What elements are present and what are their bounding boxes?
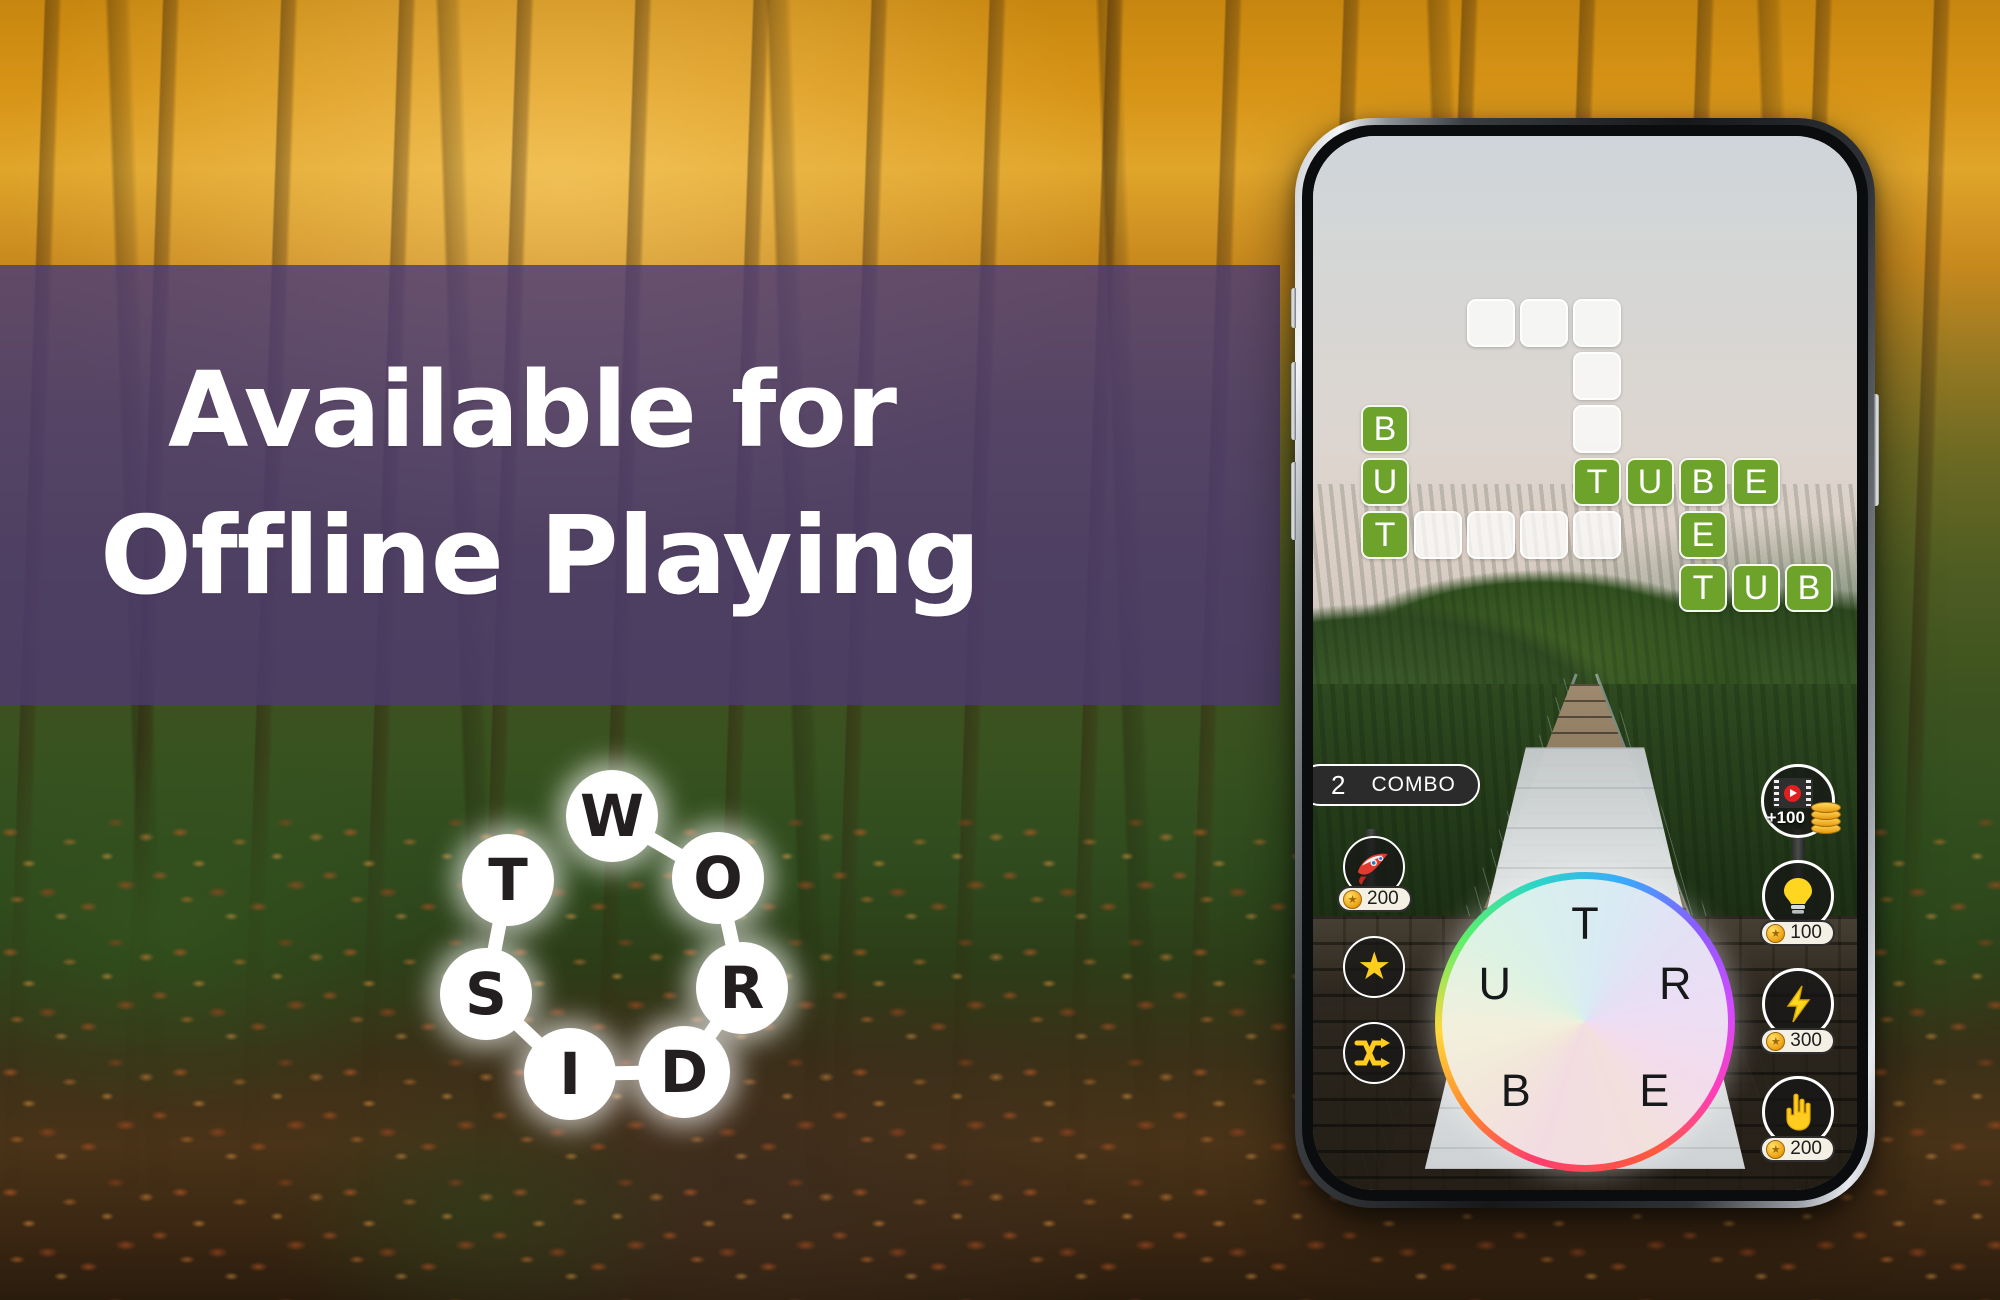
wheel-letter-b[interactable]: B [1489, 1064, 1543, 1118]
film-strip-icon [1772, 778, 1813, 808]
letter-wheel[interactable]: TRE BU [1435, 872, 1735, 1172]
price-amount: 100 [1790, 922, 1822, 943]
headline-banner: Available for Offline Playing [0, 265, 1280, 705]
watch-ad-button[interactable]: +100 [1760, 764, 1841, 838]
wheel-letter-t[interactable]: T [1558, 897, 1612, 951]
wheel-letter-e[interactable]: E [1627, 1064, 1681, 1118]
price-amount: 300 [1790, 1030, 1822, 1051]
letter-wheel-inner[interactable]: TRE BU [1442, 879, 1728, 1165]
volume-up-button[interactable] [1291, 362, 1296, 440]
shuffle-button[interactable] [1343, 1022, 1406, 1084]
phone-screen: BUTUBETETUB 2 COMBO ★ 200 ★ +100 ★ 100 ★… [1313, 136, 1857, 1190]
logo-letter-d: D [638, 1026, 730, 1118]
price-badge: ★ 300 [1760, 1028, 1835, 1054]
wheel-letter-r[interactable]: R [1648, 957, 1702, 1011]
price-badge: ★ 200 [1760, 1136, 1835, 1162]
star-button[interactable]: ★ [1343, 936, 1406, 998]
logo-letter-s: S [440, 948, 532, 1040]
combo-badge: 2 COMBO [1313, 764, 1480, 806]
ad-bonus-label: +100 [1766, 808, 1805, 827]
shuffle-icon [1343, 1022, 1406, 1084]
phone-mockup: BUTUBETETUB 2 COMBO ★ 200 ★ +100 ★ 100 ★… [1291, 118, 1879, 1208]
logo-letter-t: T [462, 834, 554, 926]
coin-icon: ★ [1343, 889, 1362, 909]
headline-line-2: Offline Playing [100, 494, 981, 620]
logo-letter-r: R [696, 942, 788, 1034]
headline-line-1: Available for [168, 348, 897, 471]
price-badge: ★ 100 [1760, 920, 1835, 946]
combo-label: COMBO [1371, 773, 1456, 796]
price-amount: 200 [1367, 888, 1399, 909]
tap-hint-button[interactable]: ★ 200 [1760, 1076, 1835, 1162]
word-circle-logo: WT O S RID [440, 770, 830, 1150]
mute-switch[interactable] [1291, 288, 1296, 328]
coin-stack-icon [1810, 802, 1841, 834]
power-hint-button[interactable]: ★ 300 [1760, 968, 1835, 1054]
price-amount: 200 [1790, 1138, 1822, 1159]
logo-letter-o: O [672, 832, 764, 924]
volume-down-button[interactable] [1291, 462, 1296, 540]
rocket-boost-button[interactable]: ★ 200 [1337, 836, 1412, 912]
power-button[interactable] [1874, 394, 1879, 506]
logo-letter-w: W [566, 770, 658, 862]
coin-icon: ★ [1766, 1139, 1786, 1159]
play-icon [1784, 784, 1802, 802]
star-icon: ★ [1343, 936, 1406, 998]
right-powerup-column: +100 ★ 100 ★ 300 ★ 200 [1760, 764, 1841, 1162]
coin-icon: ★ [1766, 923, 1786, 943]
coin-icon: ★ [1766, 1031, 1786, 1051]
price-badge: ★ 200 [1337, 886, 1412, 912]
wheel-letter-u[interactable]: U [1468, 957, 1522, 1011]
combo-count: 2 [1331, 769, 1346, 800]
logo-letter-i: I [524, 1028, 616, 1120]
hint-button[interactable]: ★ 100 [1760, 860, 1835, 946]
left-powerup-column: ★ 200 ★ [1337, 836, 1412, 1084]
